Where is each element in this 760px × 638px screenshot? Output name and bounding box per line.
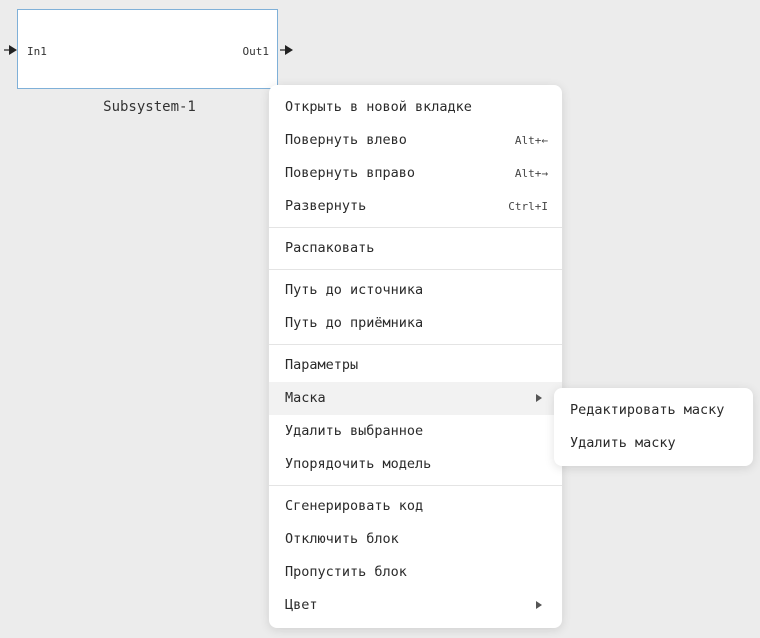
- submenu-arrow-icon: [536, 394, 542, 402]
- menu-item-shortcut: Ctrl+I: [508, 200, 548, 213]
- menu-item-parameters[interactable]: Параметры: [269, 349, 562, 382]
- menu-item-label: Распаковать: [285, 240, 375, 256]
- menu-item-label: Маска: [285, 390, 326, 406]
- menu-item-label: Параметры: [285, 357, 359, 373]
- menu-item-unpack[interactable]: Распаковать: [269, 232, 562, 265]
- menu-item-expand[interactable]: Развернуть Ctrl+I: [269, 190, 562, 223]
- submenu-arrow-icon: [536, 601, 542, 609]
- menu-item-path-to-receiver[interactable]: Путь до приёмника: [269, 307, 562, 340]
- submenu-item-edit-mask[interactable]: Редактировать маску: [554, 394, 753, 427]
- menu-item-mask[interactable]: Маска: [269, 382, 562, 415]
- mask-submenu: Редактировать маску Удалить маску: [554, 388, 753, 466]
- menu-separator: [269, 485, 562, 486]
- input-arrow-icon: [4, 45, 17, 55]
- menu-item-open-new-tab[interactable]: Открыть в новой вкладке: [269, 91, 562, 124]
- input-port-label: In1: [27, 45, 47, 58]
- menu-item-label: Развернуть: [285, 198, 367, 214]
- menu-item-delete-selected[interactable]: Удалить выбранное: [269, 415, 562, 448]
- menu-item-disable-block[interactable]: Отключить блок: [269, 523, 562, 556]
- menu-item-label: Цвет: [285, 597, 318, 613]
- output-arrow-icon: [280, 45, 293, 55]
- menu-separator: [269, 344, 562, 345]
- menu-item-generate-code[interactable]: Сгенерировать код: [269, 490, 562, 523]
- menu-item-rotate-left[interactable]: Повернуть влево Alt+←: [269, 124, 562, 157]
- submenu-item-delete-mask[interactable]: Удалить маску: [554, 427, 753, 460]
- menu-separator: [269, 227, 562, 228]
- menu-item-label: Открыть в новой вкладке: [285, 99, 472, 115]
- menu-item-arrange-model[interactable]: Упорядочить модель: [269, 448, 562, 481]
- menu-item-label: Удалить выбранное: [285, 423, 424, 439]
- menu-item-label: Путь до приёмника: [285, 315, 424, 331]
- subsystem-block[interactable]: In1 Out1: [17, 9, 278, 89]
- menu-item-shortcut: Alt+→: [514, 167, 548, 180]
- menu-item-path-to-source[interactable]: Путь до источника: [269, 274, 562, 307]
- menu-item-label: Сгенерировать код: [285, 498, 424, 514]
- menu-item-label: Путь до источника: [285, 282, 424, 298]
- menu-item-rotate-right[interactable]: Повернуть вправо Alt+→: [269, 157, 562, 190]
- output-port-label: Out1: [242, 45, 270, 58]
- menu-item-label: Упорядочить модель: [285, 456, 432, 472]
- menu-item-shortcut: Alt+←: [514, 134, 548, 147]
- subsystem-title[interactable]: Subsystem-1: [17, 99, 282, 115]
- model-canvas[interactable]: In1 Out1 Subsystem-1 Открыть в новой вкл…: [0, 0, 760, 638]
- menu-item-color[interactable]: Цвет: [269, 589, 562, 622]
- menu-item-label: Повернуть влево: [285, 132, 407, 148]
- menu-item-label: Повернуть вправо: [285, 165, 416, 181]
- menu-item-label: Отключить блок: [285, 531, 399, 547]
- menu-item-label: Пропустить блок: [285, 564, 407, 580]
- menu-separator: [269, 269, 562, 270]
- context-menu: Открыть в новой вкладке Повернуть влево …: [269, 85, 562, 628]
- menu-item-skip-block[interactable]: Пропустить блок: [269, 556, 562, 589]
